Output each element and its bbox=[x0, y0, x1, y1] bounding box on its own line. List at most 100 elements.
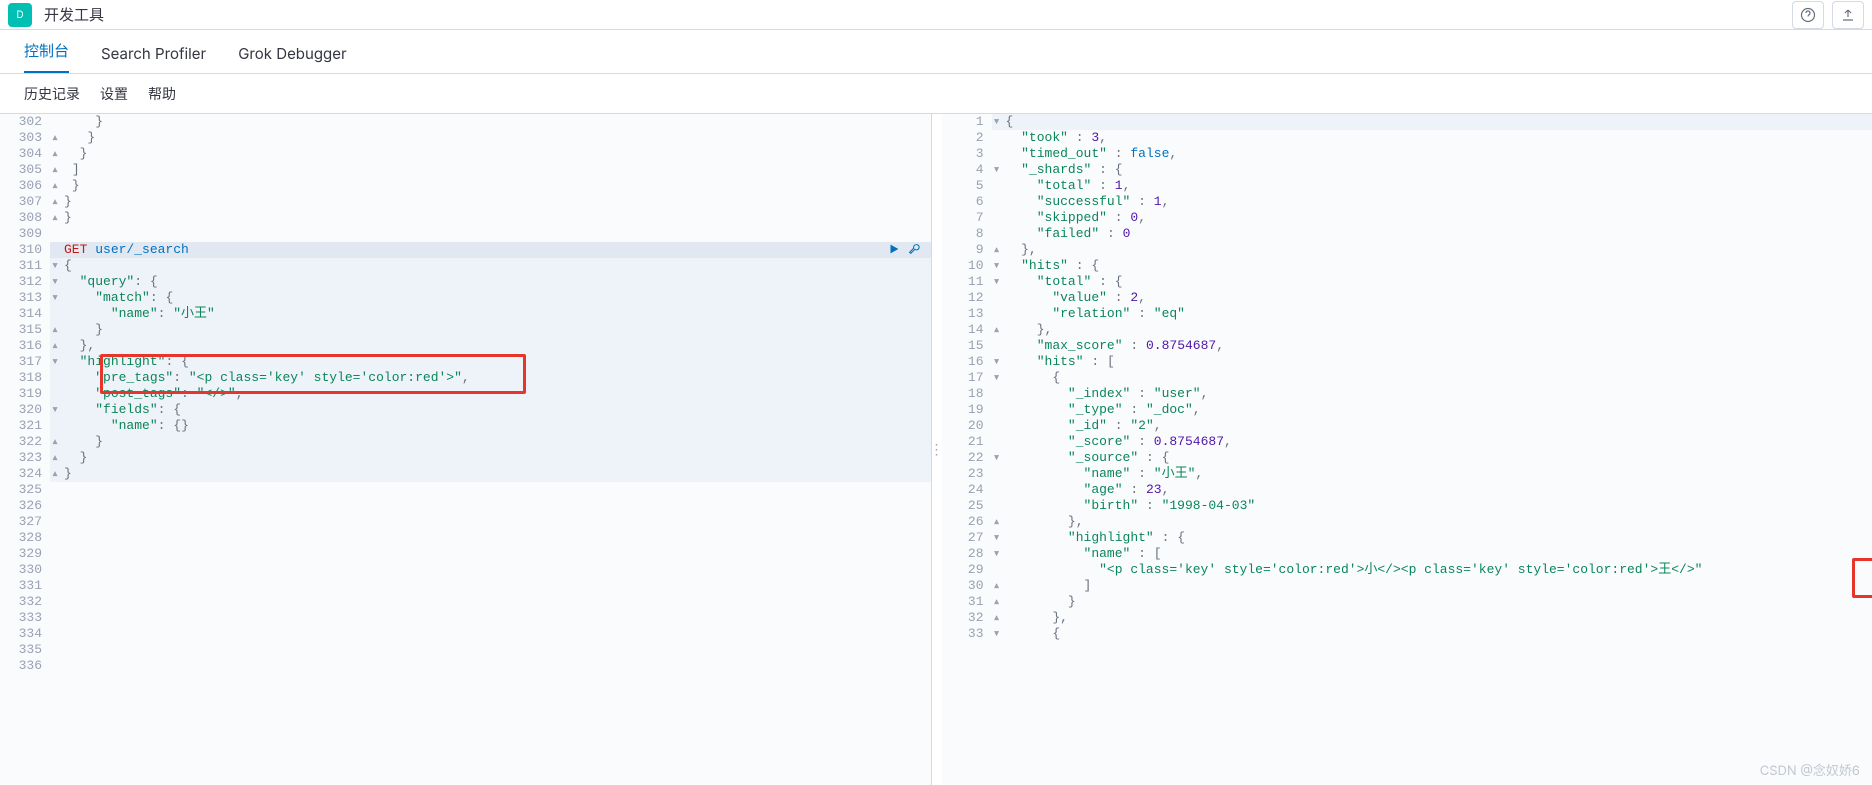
code-content[interactable]: "post_tags": "</>", bbox=[60, 386, 931, 402]
code-line[interactable]: 311▾{ bbox=[0, 258, 931, 274]
tab-console[interactable]: 控制台 bbox=[24, 28, 69, 73]
code-line[interactable]: 336 bbox=[0, 658, 931, 674]
code-line[interactable]: 12 "value" : 2, bbox=[942, 290, 1872, 306]
fold-toggle-icon[interactable]: ▴ bbox=[50, 146, 60, 162]
code-content[interactable]: "highlight" : { bbox=[1002, 530, 1872, 546]
code-content[interactable]: } bbox=[60, 450, 931, 466]
fold-toggle-icon[interactable]: ▴ bbox=[50, 178, 60, 194]
code-line[interactable]: 326 bbox=[0, 498, 931, 514]
code-content[interactable]: "query": { bbox=[60, 274, 931, 290]
code-content[interactable]: } bbox=[60, 194, 931, 210]
code-line[interactable]: 9▴ }, bbox=[942, 242, 1872, 258]
code-content[interactable]: } bbox=[60, 434, 931, 450]
code-line[interactable]: 15 "max_score" : 0.8754687, bbox=[942, 338, 1872, 354]
code-line[interactable]: 319 "post_tags": "</>", bbox=[0, 386, 931, 402]
fold-toggle-icon[interactable]: ▾ bbox=[50, 274, 60, 290]
code-content[interactable]: "name" : "小王", bbox=[1002, 466, 1872, 482]
code-content[interactable]: "failed" : 0 bbox=[1002, 226, 1872, 242]
code-content[interactable] bbox=[60, 482, 931, 498]
fold-toggle-icon[interactable]: ▾ bbox=[50, 290, 60, 306]
code-line[interactable]: 19 "_type" : "_doc", bbox=[942, 402, 1872, 418]
code-line[interactable]: 329 bbox=[0, 546, 931, 562]
code-line[interactable]: 332 bbox=[0, 594, 931, 610]
code-line[interactable]: 320▾ "fields": { bbox=[0, 402, 931, 418]
code-content[interactable]: { bbox=[1002, 114, 1872, 130]
code-content[interactable]: } bbox=[1002, 594, 1872, 610]
code-content[interactable]: { bbox=[1002, 370, 1872, 386]
code-content[interactable]: "_shards" : { bbox=[1002, 162, 1872, 178]
code-content[interactable]: }, bbox=[1002, 242, 1872, 258]
code-content[interactable]: "birth" : "1998-04-03" bbox=[1002, 498, 1872, 514]
code-line[interactable]: 20 "_id" : "2", bbox=[942, 418, 1872, 434]
code-line[interactable]: 31▴ } bbox=[942, 594, 1872, 610]
code-line[interactable]: 304▴ } bbox=[0, 146, 931, 162]
settings-link[interactable]: 设置 bbox=[100, 84, 128, 104]
code-line[interactable]: 312▾ "query": { bbox=[0, 274, 931, 290]
code-content[interactable]: "took" : 3, bbox=[1002, 130, 1872, 146]
code-content[interactable]: "name" : [ bbox=[1002, 546, 1872, 562]
code-line[interactable]: 16▾ "hits" : [ bbox=[942, 354, 1872, 370]
code-line[interactable]: 323▴ } bbox=[0, 450, 931, 466]
help-link[interactable]: 帮助 bbox=[148, 84, 176, 104]
fold-toggle-icon[interactable]: ▾ bbox=[992, 626, 1002, 642]
tab-search-profiler[interactable]: Search Profiler bbox=[101, 32, 206, 73]
code-line[interactable]: 24 "age" : 23, bbox=[942, 482, 1872, 498]
code-content[interactable]: ] bbox=[60, 162, 931, 178]
code-content[interactable]: "skipped" : 0, bbox=[1002, 210, 1872, 226]
fold-toggle-icon[interactable]: ▾ bbox=[992, 450, 1002, 466]
code-content[interactable]: GET user/_search bbox=[60, 242, 931, 258]
fold-toggle-icon[interactable]: ▾ bbox=[50, 354, 60, 370]
code-line[interactable]: 27▾ "highlight" : { bbox=[942, 530, 1872, 546]
code-line[interactable]: 23 "name" : "小王", bbox=[942, 466, 1872, 482]
code-line[interactable]: 334 bbox=[0, 626, 931, 642]
code-content[interactable] bbox=[60, 626, 931, 642]
code-content[interactable]: } bbox=[60, 130, 931, 146]
code-content[interactable]: "_index" : "user", bbox=[1002, 386, 1872, 402]
fold-toggle-icon[interactable]: ▴ bbox=[992, 514, 1002, 530]
code-line[interactable]: 13 "relation" : "eq" bbox=[942, 306, 1872, 322]
code-content[interactable]: } bbox=[60, 322, 931, 338]
fold-toggle-icon[interactable]: ▴ bbox=[50, 162, 60, 178]
code-line[interactable]: 33▾ { bbox=[942, 626, 1872, 642]
code-content[interactable] bbox=[60, 578, 931, 594]
code-content[interactable]: "_score" : 0.8754687, bbox=[1002, 434, 1872, 450]
code-line[interactable]: 325 bbox=[0, 482, 931, 498]
code-line[interactable]: 7 "skipped" : 0, bbox=[942, 210, 1872, 226]
code-content[interactable] bbox=[60, 562, 931, 578]
code-line[interactable]: 28▾ "name" : [ bbox=[942, 546, 1872, 562]
code-line[interactable]: 4▾ "_shards" : { bbox=[942, 162, 1872, 178]
code-content[interactable]: }, bbox=[1002, 514, 1872, 530]
code-content[interactable]: } bbox=[60, 178, 931, 194]
code-content[interactable]: "value" : 2, bbox=[1002, 290, 1872, 306]
code-line[interactable]: 324▴} bbox=[0, 466, 931, 482]
code-line[interactable]: 316▴ }, bbox=[0, 338, 931, 354]
code-content[interactable] bbox=[60, 642, 931, 658]
code-line[interactable]: 313▾ "match": { bbox=[0, 290, 931, 306]
code-line[interactable]: 309 bbox=[0, 226, 931, 242]
fold-toggle-icon[interactable]: ▴ bbox=[50, 450, 60, 466]
fold-toggle-icon[interactable]: ▴ bbox=[50, 466, 60, 482]
fold-toggle-icon[interactable]: ▴ bbox=[50, 338, 60, 354]
fold-toggle-icon[interactable]: ▾ bbox=[992, 370, 1002, 386]
code-content[interactable]: } bbox=[60, 466, 931, 482]
fold-toggle-icon[interactable]: ▴ bbox=[50, 322, 60, 338]
code-line[interactable]: 11▾ "total" : { bbox=[942, 274, 1872, 290]
code-line[interactable]: 5 "total" : 1, bbox=[942, 178, 1872, 194]
fold-toggle-icon[interactable]: ▾ bbox=[992, 530, 1002, 546]
code-content[interactable]: "_source" : { bbox=[1002, 450, 1872, 466]
code-line[interactable]: 321 "name": {} bbox=[0, 418, 931, 434]
code-content[interactable] bbox=[60, 658, 931, 674]
fold-toggle-icon[interactable]: ▴ bbox=[992, 242, 1002, 258]
code-line[interactable]: 322▴ } bbox=[0, 434, 931, 450]
code-line[interactable]: 331 bbox=[0, 578, 931, 594]
code-content[interactable]: ] bbox=[1002, 578, 1872, 594]
code-content[interactable]: }, bbox=[60, 338, 931, 354]
code-content[interactable]: "<p class='key' style='color:red'>小</><p… bbox=[1002, 562, 1872, 578]
code-line[interactable]: 21 "_score" : 0.8754687, bbox=[942, 434, 1872, 450]
code-content[interactable]: { bbox=[60, 258, 931, 274]
code-line[interactable]: 302 } bbox=[0, 114, 931, 130]
fold-toggle-icon[interactable]: ▾ bbox=[992, 274, 1002, 290]
code-content[interactable]: "hits" : { bbox=[1002, 258, 1872, 274]
code-content[interactable]: } bbox=[60, 114, 931, 130]
code-content[interactable]: "total" : { bbox=[1002, 274, 1872, 290]
